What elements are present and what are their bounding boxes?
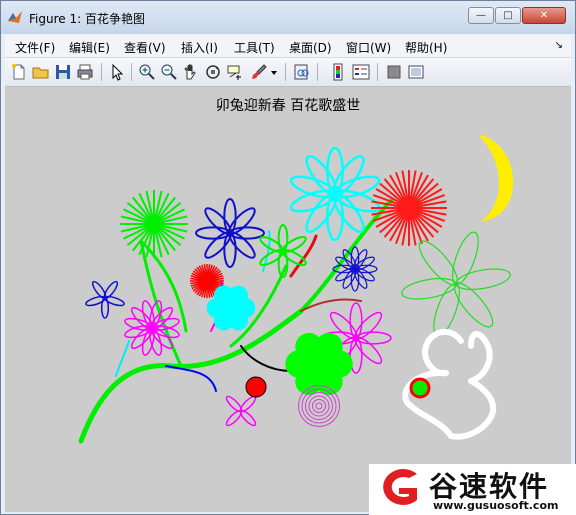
menu-desktop[interactable]: 桌面(D) <box>289 39 332 56</box>
main-stem <box>78 308 304 444</box>
green-large-flower <box>401 231 511 337</box>
watermark-logo: 谷速软件 www.gusuosoft.com <box>369 464 576 515</box>
new-file-icon[interactable] <box>10 63 28 81</box>
toolbar-separator <box>285 63 286 81</box>
blue-star-flower <box>195 198 265 268</box>
cyan-twig <box>115 340 130 377</box>
maximize-button[interactable]: □ <box>495 7 521 24</box>
zoom-out-icon[interactable] <box>160 63 178 81</box>
blue-small-flower <box>85 280 125 319</box>
print-icon[interactable] <box>76 63 94 81</box>
open-folder-icon[interactable] <box>32 63 50 81</box>
minimize-button[interactable]: — <box>468 7 494 24</box>
blue-branch <box>165 365 217 392</box>
logo-mark-icon <box>383 469 417 505</box>
magenta-bow-flower <box>225 395 257 427</box>
magenta-ring-flower <box>124 300 180 356</box>
red-spiky-flower <box>371 170 447 246</box>
data-cursor-icon[interactable] <box>226 63 244 81</box>
title-bar[interactable]: Figure 1: 百花争艳图 — □ ✕ <box>1 1 575 34</box>
upper-stem <box>299 199 393 313</box>
menu-edit[interactable]: 编辑(E) <box>69 39 110 56</box>
rotate-3d-icon[interactable] <box>204 63 222 81</box>
figure-window: Figure 1: 百花争艳图 — □ ✕ 文件(F) 编辑(E) 查看(V) … <box>0 0 576 515</box>
crescent-moon <box>479 134 514 222</box>
menu-window[interactable]: 窗口(W) <box>346 39 391 56</box>
colorbar-icon[interactable] <box>330 63 348 81</box>
menu-tools[interactable]: 工具(T) <box>234 39 275 56</box>
pan-icon[interactable] <box>182 63 200 81</box>
figure-canvas[interactable]: 卯兔迎新春 百花歌盛世 <box>5 87 571 512</box>
save-icon[interactable] <box>54 63 72 81</box>
toolbar-separator <box>377 63 378 81</box>
watermark-url: www.gusuosoft.com <box>433 499 559 512</box>
toolbar-separator <box>101 63 102 81</box>
pointer-icon[interactable] <box>108 63 126 81</box>
dock-arrow-icon[interactable]: ↘ <box>555 40 563 51</box>
brush-icon[interactable] <box>250 63 268 81</box>
brush-dropdown-icon[interactable] <box>269 63 279 81</box>
matlab-icon <box>8 11 22 23</box>
toolbar-separator <box>317 63 318 81</box>
show-plot-tools-icon[interactable] <box>407 63 425 81</box>
hide-plot-tools-icon[interactable] <box>385 63 403 81</box>
red-ball-flower <box>245 376 267 398</box>
link-plot-icon[interactable] <box>293 63 311 81</box>
menu-file[interactable]: 文件(F) <box>15 39 55 56</box>
rabbit-eye <box>409 377 431 399</box>
menu-bar: 文件(F) 编辑(E) 查看(V) 插入(I) 工具(T) 桌面(D) 窗口(W… <box>5 35 571 58</box>
close-button[interactable]: ✕ <box>522 7 566 24</box>
legend-icon[interactable] <box>352 63 370 81</box>
menu-insert[interactable]: 插入(I) <box>181 39 218 56</box>
zoom-in-icon[interactable] <box>138 63 156 81</box>
purple-spiral-flower <box>298 385 340 427</box>
window-title: Figure 1: 百花争艳图 <box>29 12 145 26</box>
green-burst-flower <box>120 190 188 258</box>
toolbar-separator <box>131 63 132 81</box>
toolbar <box>5 58 571 87</box>
blue-circle-flower <box>332 246 378 292</box>
flower-drawing <box>78 134 514 444</box>
menu-help[interactable]: 帮助(H) <box>405 39 447 56</box>
menu-view[interactable]: 查看(V) <box>124 39 166 56</box>
